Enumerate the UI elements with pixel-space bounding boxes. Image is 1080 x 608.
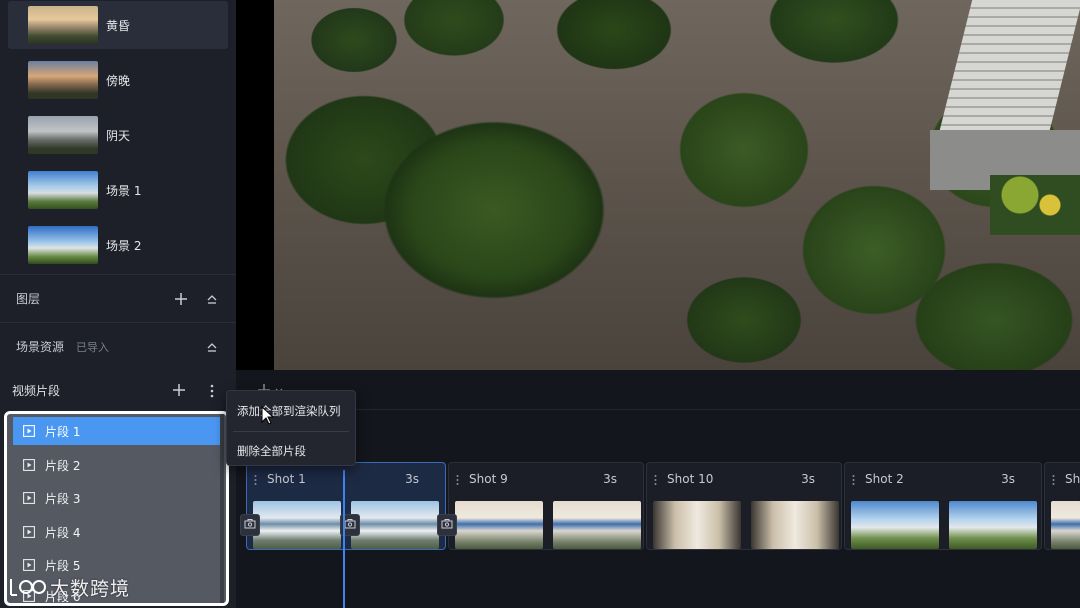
scene-viewport[interactable] [274, 0, 1080, 370]
shot-name: Shot 9 [469, 472, 508, 486]
clip-label: 片段 2 [45, 458, 81, 473]
scene-assets-section-header[interactable]: 场景资源 已导入 [0, 322, 236, 370]
timeline-toolbar [236, 370, 1080, 410]
shot-keyframe-thumbnail[interactable] [351, 501, 439, 549]
environment-label: 阴天 [106, 128, 131, 143]
scene-assets-status: 已导入 [76, 340, 110, 354]
watermark-logo-icon [10, 579, 46, 596]
video-clip-icon [23, 526, 35, 538]
shot-keyframe-thumbnail[interactable] [653, 501, 741, 549]
shot-keyframe-thumbnail[interactable] [751, 501, 839, 549]
shot-name: Shot 2 [865, 472, 904, 486]
environment-thumbnail [28, 116, 98, 154]
clip-label: 片段 1 [45, 424, 81, 439]
scene-flowers [990, 175, 1080, 235]
menu-item-add-all-to-render-queue[interactable]: 添加全部到渲染队列 [227, 396, 355, 426]
timeline-shot[interactable]: Shot 2 3s [844, 462, 1042, 550]
clip-label: 片段 4 [45, 525, 81, 540]
timeline-panel: Shot 1 3s Shot 9 3s Shot 10 3s Shot 2 3s [236, 370, 1080, 608]
watermark: 大数跨境 [8, 572, 130, 602]
shot-name: Shot 10 [667, 472, 714, 486]
plus-icon [175, 292, 187, 305]
environment-thumbnail [28, 6, 98, 44]
app-window: 黄昏 傍晚 阴天 场景 1 场景 2 图层 场景资源 已导入 视频片段 片段 1… [0, 0, 1080, 608]
shot-name: Shot 1 [267, 472, 306, 486]
scene-stairs [939, 0, 1080, 130]
shot-duration: 3s [405, 472, 419, 486]
video-clip-icon [23, 559, 35, 571]
timeline-playhead[interactable] [343, 470, 345, 608]
environment-item-dusk[interactable]: 黄昏 [8, 1, 228, 49]
plus-icon [173, 384, 185, 396]
environment-thumbnail [28, 226, 98, 264]
clip-item[interactable]: 片段 4 [13, 518, 221, 546]
mouse-cursor-icon [261, 406, 275, 425]
scene-assets-title: 场景资源 [16, 340, 65, 354]
more-vertical-icon [210, 384, 214, 398]
clip-item[interactable]: 片段 2 [13, 451, 221, 479]
capture-frame-button[interactable] [437, 514, 457, 536]
menu-item-delete-all-clips[interactable]: 删除全部片段 [227, 436, 355, 466]
chevron-up-icon [207, 342, 217, 352]
timeline-shot[interactable]: Shot 10 3s [646, 462, 842, 550]
environment-label: 黄昏 [106, 18, 131, 33]
timeline-shot[interactable]: Sh [1044, 462, 1080, 550]
watermark-text: 大数跨境 [50, 577, 131, 600]
shot-keyframe-thumbnail[interactable] [455, 501, 543, 549]
shot-keyframe-thumbnail[interactable] [1051, 501, 1080, 549]
camera-icon [344, 519, 356, 529]
clip-list-scrollbar[interactable] [220, 414, 224, 603]
environment-label: 傍晚 [106, 73, 131, 88]
shot-name: Sh [1065, 472, 1080, 486]
video-clip-icon [23, 425, 35, 437]
video-clip-icon [23, 459, 35, 471]
left-panel: 黄昏 傍晚 阴天 场景 1 场景 2 图层 场景资源 已导入 视频片段 片段 1… [0, 0, 236, 608]
camera-icon [441, 519, 453, 529]
shot-keyframe-thumbnail[interactable] [553, 501, 641, 549]
clips-context-menu: 添加全部到渲染队列 删除全部片段 [226, 390, 356, 466]
video-clips-header: 视频片段 [0, 370, 236, 410]
shot-keyframe-thumbnail[interactable] [851, 501, 939, 549]
environment-thumbnail [28, 171, 98, 209]
timeline-shot[interactable]: Shot 1 3s [246, 462, 446, 550]
clip-item[interactable]: 片段 3 [13, 484, 221, 512]
drag-handle-icon [654, 475, 657, 485]
drag-handle-icon [456, 475, 459, 485]
camera-icon [244, 519, 256, 529]
environment-list: 黄昏 傍晚 阴天 场景 1 场景 2 [0, 0, 236, 274]
shot-duration: 3s [1001, 472, 1015, 486]
video-clip-icon [23, 492, 35, 504]
environment-item-evening[interactable]: 傍晚 [8, 56, 228, 104]
environment-thumbnail [28, 61, 98, 99]
environment-item-scene-1[interactable]: 场景 1 [8, 166, 228, 214]
timeline-shot[interactable]: Shot 9 3s [448, 462, 644, 550]
environment-item-scene-2[interactable]: 场景 2 [8, 221, 228, 269]
chevron-up-icon [207, 294, 217, 304]
viewport-letterbox [236, 0, 274, 370]
drag-handle-icon [852, 475, 855, 485]
environment-label: 场景 1 [106, 183, 142, 198]
collapse-layers-button[interactable] [205, 292, 219, 306]
capture-frame-button[interactable] [240, 514, 260, 536]
add-clip-button[interactable] [172, 382, 186, 398]
shot-duration: 3s [603, 472, 617, 486]
timeline-ruler[interactable] [236, 410, 1080, 460]
drag-handle-icon [254, 475, 257, 485]
clips-more-button[interactable] [207, 383, 217, 398]
environment-item-cloudy[interactable]: 阴天 [8, 111, 228, 159]
environment-label: 场景 2 [106, 238, 142, 253]
shot-keyframe-thumbnail[interactable] [949, 501, 1037, 549]
clip-label: 片段 5 [45, 558, 81, 573]
shot-duration: 3s [801, 472, 815, 486]
collapse-scene-assets-button[interactable] [205, 340, 219, 354]
add-layer-button[interactable] [172, 290, 190, 308]
layers-title: 图层 [16, 292, 41, 306]
shot-keyframe-thumbnail[interactable] [253, 501, 341, 549]
menu-divider [233, 431, 349, 432]
clip-item[interactable]: 片段 1 [13, 417, 221, 445]
drag-handle-icon [1052, 475, 1055, 485]
layers-section-header[interactable]: 图层 [0, 274, 236, 322]
video-clips-title: 视频片段 [12, 383, 61, 398]
clip-label: 片段 3 [45, 491, 81, 506]
